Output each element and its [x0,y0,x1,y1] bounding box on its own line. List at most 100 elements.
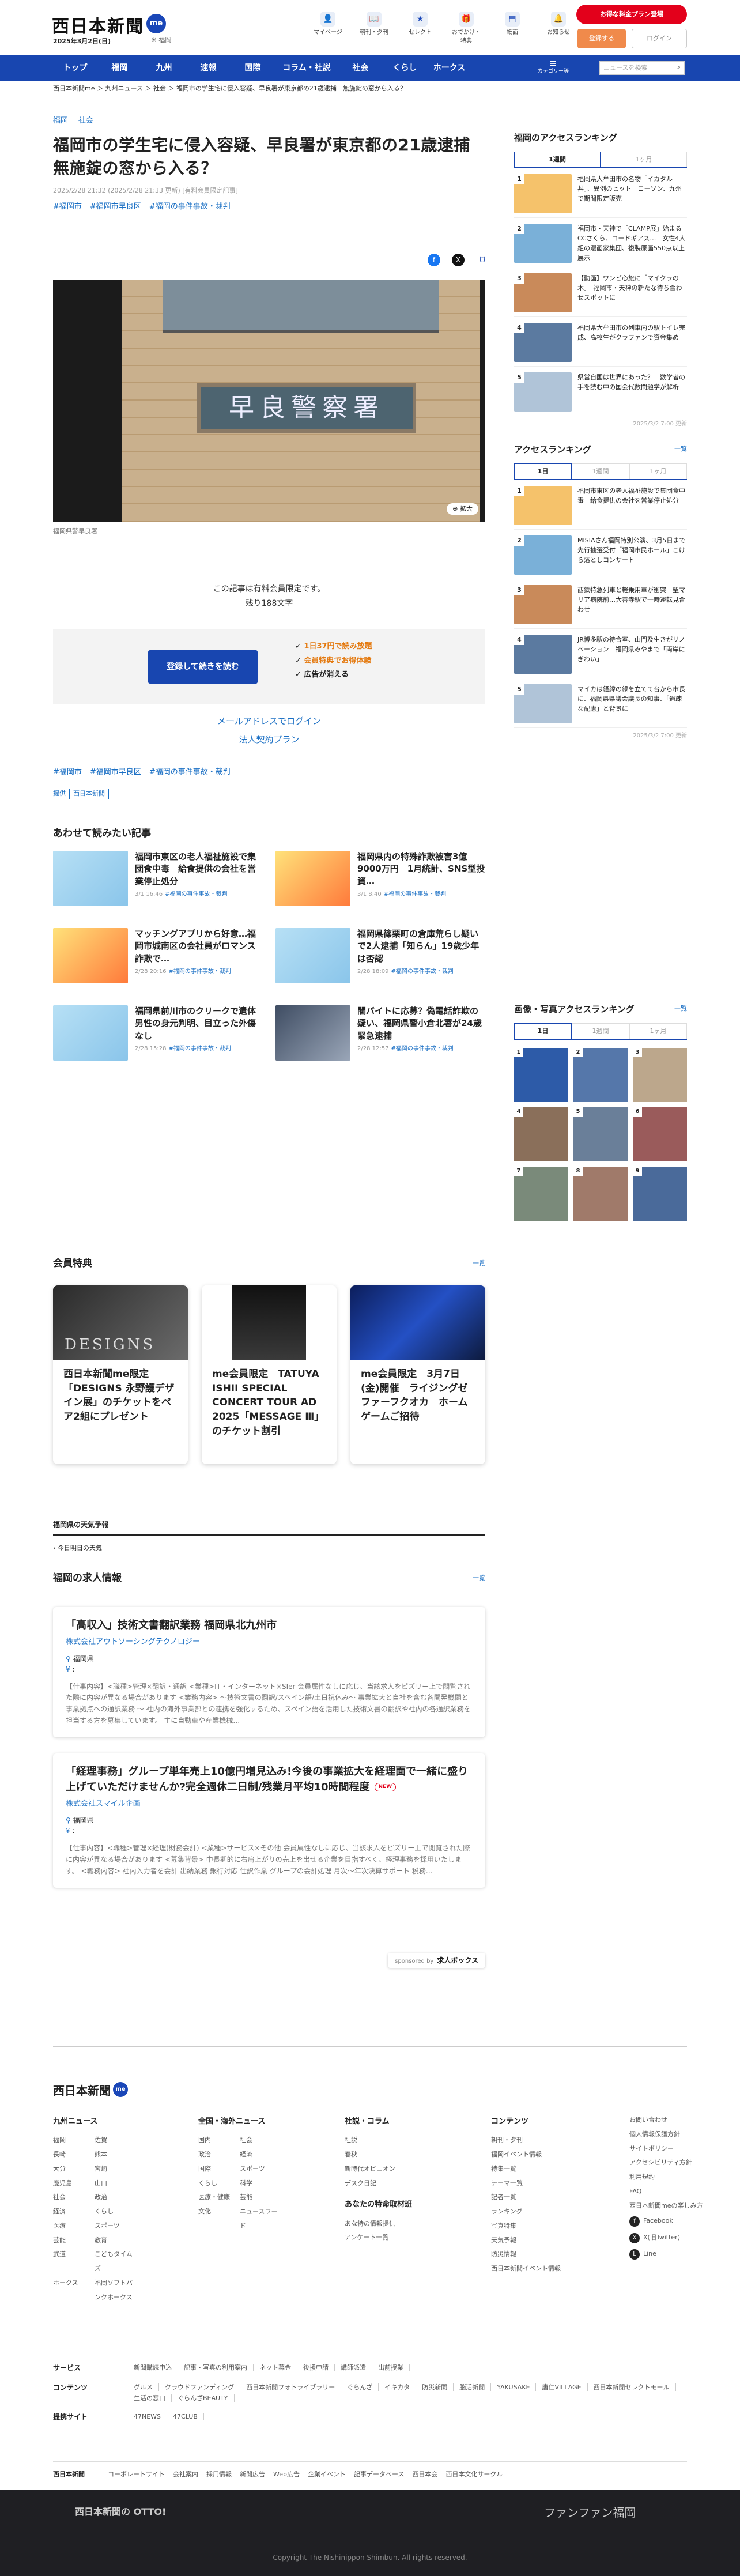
corp-plan-link[interactable]: 法人契約プラン [53,731,485,749]
weather-link[interactable]: › 今日明日の天気 [53,1544,102,1553]
related-title[interactable]: 福岡県篠栗町の倉庫荒らし疑いで2人逮捕「知らん」19歳少年は否認 [357,928,485,965]
ranking-title[interactable]: 福岡県大牟田市の列車内の駅トイレ完成、高校生がクラファンで資金集め [577,323,687,360]
footer-link[interactable]: 防災情報 [491,2247,561,2262]
tag-link[interactable]: #福岡の事件事故・裁判 [149,202,231,211]
related-item[interactable]: 福岡県篠栗町の倉庫荒らし疑いで2人逮捕「知らん」19歳少年は否認 2/28 18:… [275,928,485,991]
footer-link[interactable]: ホークス [53,2276,95,2305]
email-login-link[interactable]: メールアドレスでログイン [53,712,485,731]
footer-link[interactable]: テーマ一覧 [491,2177,561,2191]
nav-item-column[interactable]: コラム・社説 [275,62,338,74]
tag-link[interactable]: #福岡市早良区 [90,202,141,211]
corp-logo[interactable]: 西日本新聞 [53,2470,85,2480]
header-icon-mypage[interactable]: 👤 マイページ [311,12,345,46]
footer-link[interactable]: くらし [95,2205,136,2219]
category-link[interactable]: 社会 [78,116,93,125]
footer-link[interactable]: 天気予報 [491,2234,561,2248]
footer-link[interactable]: サイトポリシー [629,2142,703,2156]
related-tag[interactable]: #福岡の事件事故・裁判 [168,1046,231,1052]
tag-link[interactable]: #福岡市 [53,768,82,776]
photo-ranking-thumb[interactable]: 1 [514,1048,568,1102]
related-tag[interactable]: #福岡の事件事故・裁判 [165,891,227,897]
ranking-title[interactable]: マイカは経緯の緑を立てて台から市長に、福岡県県議会議長の知事、「過疎な配慮」と背… [577,684,687,722]
footer-service-link[interactable]: 生活の窓口 [134,2394,172,2402]
footer-service-link[interactable]: 唐仁VILLAGE [542,2383,588,2391]
footer-service-link[interactable]: YAKUSAKE [497,2383,537,2391]
related-title[interactable]: マッチングアプリから好意…福岡市城南区の会社員がロマンス詐欺で… [135,928,263,965]
otto-link[interactable]: 西日本新聞の OTTO! [75,2505,166,2519]
footer-link[interactable]: あな特の情報提供 [345,2217,412,2231]
related-tag[interactable]: #福岡の事件事故・裁判 [391,968,453,975]
tab-week[interactable]: 1週間 [514,151,601,167]
footer-service-link[interactable]: 出前授業 [378,2364,410,2371]
photo-ranking-thumb[interactable]: 3 [633,1048,687,1102]
footer-link[interactable]: 政治 [198,2148,240,2162]
footer-link[interactable]: スポーツ [240,2162,281,2177]
related-title[interactable]: 福岡県内の特殊詐欺被害3億9000万円 1月統計、SNS型投資… [357,851,485,888]
corp-link[interactable]: 会社案内 [173,2470,198,2480]
footer-link[interactable]: 宮崎 [95,2162,136,2177]
footer-link[interactable]: 記者一覧 [491,2190,561,2205]
footer-link[interactable]: 個人情報保護方針 [629,2128,703,2142]
related-item[interactable]: 闇バイトに応募？偽電話詐欺の疑い、福岡県警小倉北署が24歳緊急逮捕 2/28 12… [275,1005,485,1069]
ranking-item[interactable]: 5 マイカは経緯の緑を立てて台から市長に、福岡県県議会議長の知事、「過疎な配慮」と… [514,678,687,728]
footer-logo[interactable]: 西日本新聞 me [53,2082,128,2099]
login-button[interactable]: ログイン [632,29,687,48]
corp-link[interactable]: 採用情報 [206,2470,232,2480]
footer-link[interactable]: アクセシビリティ方針 [629,2156,703,2170]
corp-link[interactable]: 記事データベース [354,2470,404,2480]
related-item[interactable]: 福岡県前川市のクリークで遺体 男性の身元判明、目立った外傷なし 2/28 15:2… [53,1005,265,1069]
footer-link[interactable]: 社説 [345,2133,412,2148]
jobs-more-link[interactable]: 一覧 [473,1574,485,1583]
line-link[interactable]: L Line [629,2246,703,2262]
photo-ranking-thumb[interactable]: 8 [573,1167,628,1221]
footer-link[interactable]: 経済 [53,2205,95,2219]
category-menu-button[interactable]: ≡ カテゴリー等 [536,59,571,76]
footer-link[interactable]: 社会 [240,2133,281,2148]
site-logo[interactable]: 西日本新聞 me [52,14,166,40]
footer-link[interactable]: 福岡 [53,2133,95,2148]
related-tag[interactable]: #福岡の事件事故・裁判 [391,1046,453,1052]
perk-card[interactable]: DESIGNS 西日本新聞me限定「DESIGNS 永野護デザイン展」のチケット… [53,1285,188,1464]
tab-month[interactable]: 1ヶ月 [629,1023,687,1039]
access-ranking-more[interactable]: 一覧 [674,444,687,454]
footer-service-link[interactable]: 講師派遣 [341,2364,372,2371]
nav-item-top[interactable]: トップ [53,62,97,74]
footer-link[interactable]: 医療・健康 [198,2190,240,2205]
ranking-title[interactable]: MISIAさん福岡特別公演、3月5日まで先行抽選受付「福岡市民ホール」こけら落と… [577,535,687,573]
photo-ranking-thumb[interactable]: 9 [633,1167,687,1221]
header-icon-perks[interactable]: 🎁 おでかけ・特典 [450,12,483,46]
ranking-title[interactable]: 【動画】ワンピ心旅に「マイクラの木」 福岡市・天神の新たな待ち合わせスポットに [577,273,687,311]
x-link[interactable]: X X(旧Twitter) [629,2230,703,2246]
ranking-title[interactable]: 西鉄特急列車と軽乗用車が衝突 聖マリア病院前…大善寺駅で一時運転見合わせ [577,585,687,623]
footer-link[interactable]: 芸能 [240,2190,281,2205]
ranking-item[interactable]: 2 福岡市・天神で「CLAMP展」始まる CCさくら、コードギアス… 女性4人組の… [514,218,688,267]
footer-link[interactable]: ニュースワード [240,2205,281,2234]
footer-link[interactable]: 医療 [53,2219,95,2234]
footer-link[interactable]: 熊本 [95,2148,136,2162]
footer-link[interactable]: ランキング [491,2205,561,2219]
footer-link[interactable]: 西日本新聞meの楽しみ方 [629,2199,703,2213]
facebook-icon[interactable]: f [428,254,440,266]
tab-day[interactable]: 1日 [514,1023,572,1039]
photo-ranking-thumb[interactable]: 6 [633,1107,687,1161]
header-icon-select[interactable]: ★ セレクト [403,12,437,46]
footer-link[interactable]: デスク日記 [345,2177,412,2191]
register-button[interactable]: 登録する [577,29,626,48]
nav-item-fukuoka[interactable]: 福岡 [97,62,142,74]
footer-service-link[interactable]: グルメ [134,2383,159,2391]
tab-month[interactable]: 1ヶ月 [601,151,687,167]
footer-link[interactable]: スポーツ [95,2219,136,2234]
nav-item-breaking[interactable]: 速報 [186,62,231,74]
footer-service-link[interactable]: 西日本新聞フォトライブラリー [246,2383,342,2391]
footer-service-link[interactable]: 記事・写真の利用案内 [184,2364,254,2371]
photo-ranking-thumb[interactable]: 7 [514,1167,568,1221]
job-card[interactable]: 「高収入」技術文書翻訳業務 福岡県北九州市 株式会社アウトソーシングテクノロジー… [53,1607,485,1737]
tag-link[interactable]: #福岡市 [53,202,82,211]
footer-link[interactable]: 朝刊・夕刊 [491,2133,561,2148]
footer-link[interactable]: アンケート一覧 [345,2231,412,2245]
footer-link[interactable]: 特集一覧 [491,2162,561,2177]
tab-month[interactable]: 1ヶ月 [629,463,687,479]
corp-link[interactable]: 新聞広告 [240,2470,265,2480]
footer-link[interactable]: 福岡ソフトバンクホークス [95,2276,136,2305]
footer-service-link[interactable]: ぐらんざ [347,2383,379,2391]
